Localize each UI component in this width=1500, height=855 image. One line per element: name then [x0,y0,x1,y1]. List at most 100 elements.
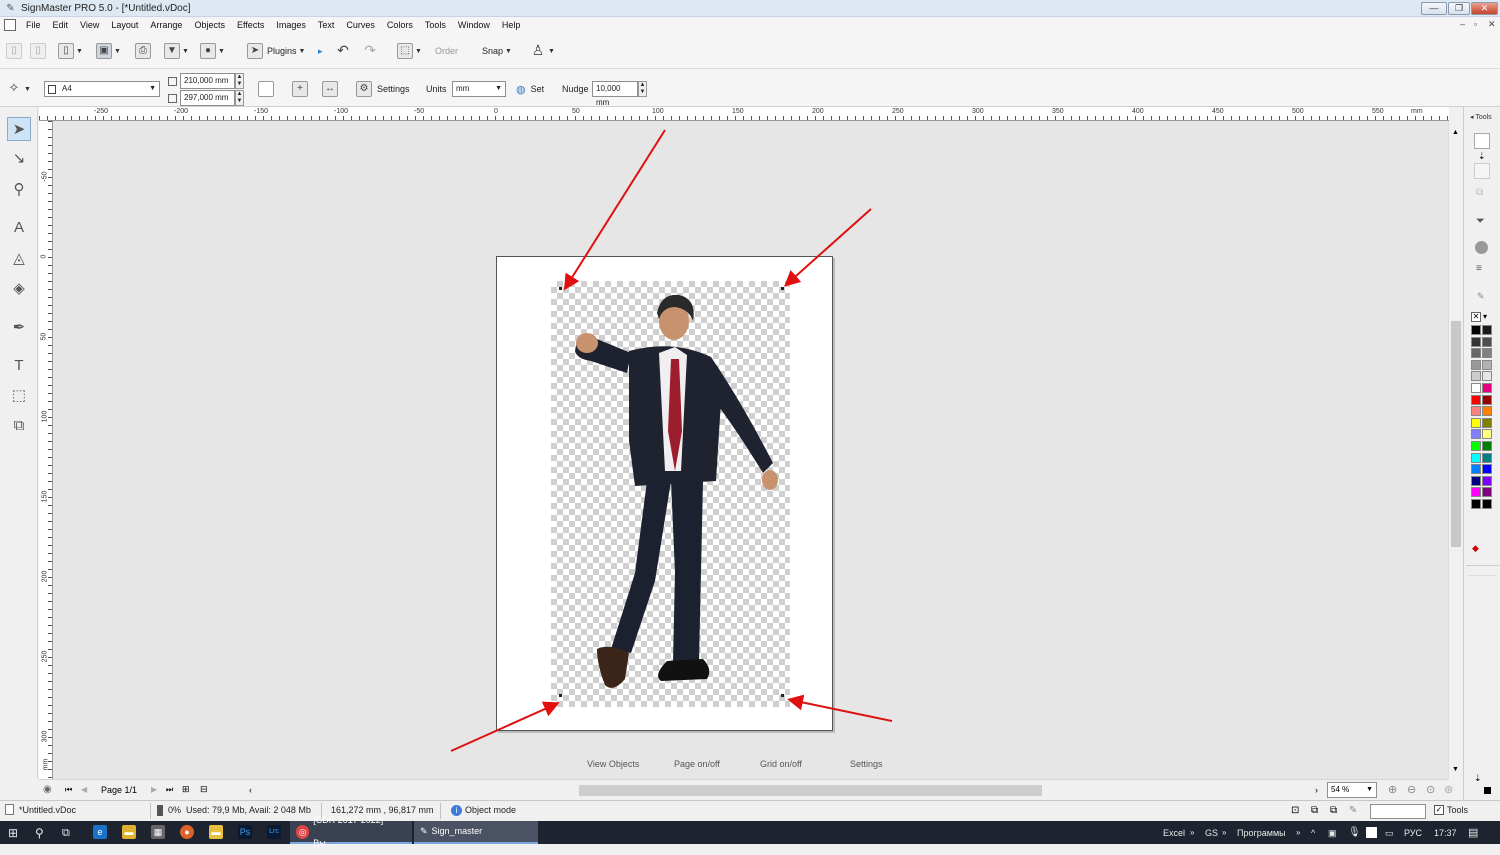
transform-tool-icon[interactable]: ⬚ [7,384,31,408]
funnel-icon[interactable]: ⏷ [1476,215,1485,228]
type-tool-icon[interactable]: T [7,354,31,378]
add-color-icon[interactable]: ◆ [1472,543,1479,554]
menu-help[interactable]: Help [496,17,527,33]
tray-chevron-icon[interactable]: » [1190,825,1194,841]
first-page-icon[interactable]: ⏮ [65,785,72,795]
palette-swatch[interactable] [1482,406,1492,417]
palette-swatch[interactable] [1471,394,1481,405]
edge-icon[interactable]: e [93,825,107,839]
zoom-page-icon[interactable]: ⊛ [1444,783,1453,796]
taskbar-chrome-button[interactable]: ◎ [CDR 2017-2022] - Вы... [290,815,412,848]
page-height-field[interactable]: 297,000 mm [180,90,235,106]
units-select[interactable]: mm ▼ [452,81,506,97]
tools-checkbox[interactable]: ✓ [1434,805,1444,815]
vertical-scrollbar[interactable]: ▲ ▼ [1448,121,1462,779]
photoshop-icon[interactable]: Ps [238,825,252,839]
palette-swatch[interactable] [1482,452,1492,463]
document-icon[interactable] [4,19,16,31]
zoom-in-icon[interactable]: ⊕ [1388,783,1397,796]
palette-swatch[interactable] [1482,325,1492,335]
palette-swatch[interactable] [1482,487,1492,498]
palette-swatch[interactable] [1471,452,1481,463]
bell-icon[interactable]: ♙ [530,43,546,59]
search-icon[interactable]: ⚲ [35,825,44,841]
settings-label[interactable]: Settings [377,84,410,94]
redo-icon[interactable]: ↷ [362,43,378,59]
lines-icon[interactable]: ≡ [1476,263,1482,274]
palette-swatch[interactable] [1471,429,1481,440]
minimize-button[interactable]: — [1421,2,1447,15]
prev-page-icon[interactable]: ◀ [81,785,87,794]
nudge-field[interactable]: 10,000 mm [592,81,638,107]
canvas-settings-link[interactable]: Settings [850,759,883,769]
shape-tool-icon[interactable]: ◬ [7,247,31,271]
palette-swatch[interactable] [1482,336,1492,347]
circle-fill-icon[interactable] [1475,241,1488,254]
menu-tools[interactable]: Tools [419,17,452,33]
snap-label[interactable]: Snap [482,46,503,56]
zoom-out-icon[interactable]: ⊖ [1407,783,1416,796]
vertical-ruler[interactable]: -50 0 50 100 150 200 250 300 mm [39,121,53,779]
copy-icon[interactable]: ⧉ [1476,187,1483,198]
snap-guides-icon[interactable]: ⧉ [1330,805,1337,816]
nudge-spinner[interactable]: ▲ ▼ [638,81,647,97]
network-icon[interactable]: ▭ [1385,825,1394,841]
mdi-restore-button[interactable]: ▫ [1474,19,1477,29]
set-label[interactable]: Set [531,84,545,94]
import-arrow-icon[interactable]: ⇣ [1478,151,1486,162]
mdi-minimize-button[interactable]: – [1460,19,1465,29]
tray-expand-icon[interactable]: ^ [1311,825,1315,841]
fill-tool-icon[interactable]: ◈ [7,277,31,301]
palette-swatch[interactable] [1471,348,1481,359]
snap-grid-icon[interactable]: ⊡ [1291,805,1299,816]
palette-swatch[interactable] [1482,383,1492,393]
tray-white-icon[interactable] [1366,827,1377,838]
palette-swatch[interactable] [1471,336,1481,347]
palette-swatch[interactable] [1482,475,1492,486]
close-button[interactable]: ✕ [1471,2,1498,15]
tray-chevron-icon[interactable]: » [1222,825,1226,841]
page-onoff-link[interactable]: Page on/off [674,759,720,769]
menu-colors[interactable]: Colors [381,17,419,33]
palette-swatch[interactable] [1471,325,1481,335]
last-page-icon[interactable]: ⏭ [166,785,173,795]
tray-chevron-icon[interactable]: » [1296,825,1300,841]
play-arrow-icon[interactable]: ▸ [318,46,323,57]
palette-swatch[interactable] [1471,371,1481,382]
firefox-icon[interactable]: ● [180,825,194,839]
scroll-left-icon[interactable]: ‹ [249,785,252,795]
windows-start-icon[interactable]: ⊞ [8,825,18,841]
notifications-icon[interactable]: ▤ [1468,825,1478,841]
layer-icon[interactable] [1474,163,1490,179]
palette-swatch[interactable] [1482,429,1492,440]
palette-menu-icon[interactable]: ▾ [1483,312,1487,321]
undo-icon[interactable]: ↶ [335,43,351,59]
page-thumb-icon[interactable] [1474,133,1490,149]
palette-swatch[interactable] [1482,464,1492,475]
palette-swatch[interactable] [1482,441,1492,451]
delete-page-icon[interactable]: ⊟ [200,784,208,795]
pointer-tool-icon[interactable]: ➤ [7,117,31,141]
brush-icon[interactable]: ✎ [1349,805,1357,816]
menu-edit[interactable]: Edit [47,17,75,33]
no-color-swatch[interactable]: ✕ [1471,312,1481,322]
new-from-template-icon[interactable]: ▯ [30,43,46,59]
taskbar-signmaster-button[interactable]: ✎ Sign_master [414,821,538,844]
plugins-label[interactable]: Plugins [267,46,297,56]
zoom-tool-icon[interactable]: ⚲ [7,178,31,202]
restore-button[interactable]: ❐ [1448,2,1470,15]
palette-swatch[interactable] [1482,371,1492,382]
grid-onoff-link[interactable]: Grid on/off [760,759,802,769]
microphone-icon[interactable]: 🎙 [1348,825,1361,841]
menu-window[interactable]: Window [452,17,496,33]
language-indicator[interactable]: РУС [1404,825,1422,841]
drawing-canvas[interactable]: View Objects Page on/off Grid on/off Set… [53,121,1448,779]
save-icon[interactable]: ▣ [96,43,112,59]
tray-gs[interactable]: GS [1205,825,1218,841]
menu-view[interactable]: View [74,17,105,33]
pen-tool-icon[interactable]: ✒ [7,316,31,340]
eye-icon[interactable]: ◉ [43,784,52,795]
eyedropper-icon[interactable]: ✎ [1477,291,1485,302]
palette-swatch[interactable] [1471,499,1481,509]
calculator-icon[interactable]: ▦ [151,825,165,839]
